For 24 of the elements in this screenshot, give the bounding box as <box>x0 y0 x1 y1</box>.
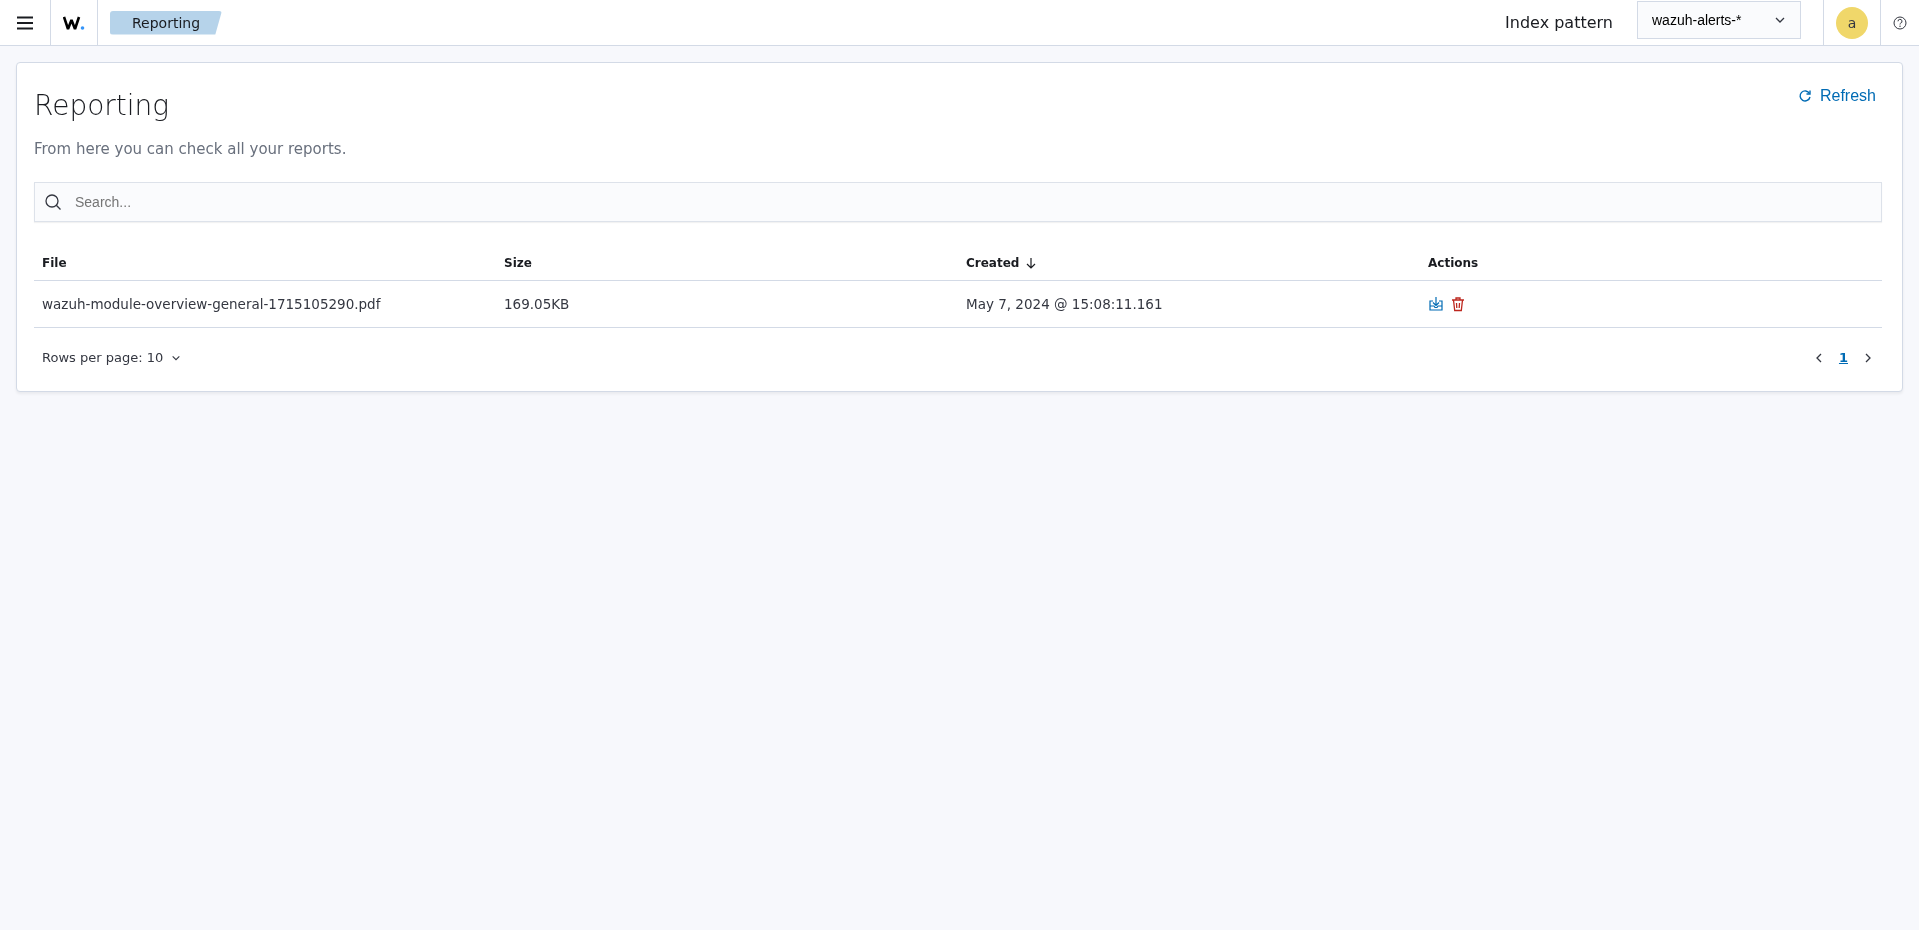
breadcrumb[interactable]: Reporting <box>110 10 223 35</box>
column-header: File <box>34 246 496 281</box>
table-cell: 169.05KB <box>496 280 958 328</box>
search-icon <box>44 193 62 211</box>
table-cell: wazuh-module-overview-general-1715105290.pdf <box>34 280 496 328</box>
page-button[interactable]: 1 <box>1834 348 1852 367</box>
avatar[interactable]: a <box>1836 6 1868 39</box>
column-header[interactable]: Created <box>958 246 1420 281</box>
table-cell: May 7, 2024 @ 15:08:11.161 <box>958 280 1420 328</box>
logo[interactable] <box>63 14 85 31</box>
search-field[interactable]: Search... <box>34 182 1882 222</box>
arrow-down-icon <box>1025 257 1038 269</box>
column-header: Size <box>496 246 958 281</box>
delete-button[interactable] <box>1450 296 1466 312</box>
page-description: From here you can check all your reports. <box>34 140 348 158</box>
refresh-icon <box>1797 89 1812 103</box>
download-button[interactable] <box>1428 296 1444 312</box>
rows-per-page-button[interactable]: Rows per page: 10 <box>42 350 182 365</box>
column-header: Actions <box>1420 246 1882 281</box>
index-pattern-select[interactable]: wazuh-alerts-* <box>1637 0 1801 39</box>
index-pattern-label: Index pattern <box>1505 13 1613 32</box>
page-title: Reporting <box>34 88 170 122</box>
refresh-button[interactable]: Refresh <box>1797 87 1876 105</box>
help-icon[interactable] <box>1893 15 1907 30</box>
